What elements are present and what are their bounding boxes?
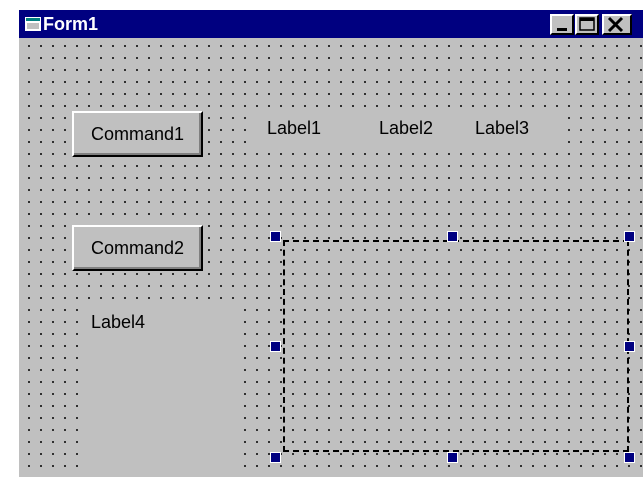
window-title: Form1	[43, 14, 99, 34]
label3-caption: Label3	[475, 118, 530, 138]
label4-caption: Label4	[91, 312, 146, 332]
resize-handle-bottom-right[interactable]	[624, 452, 635, 463]
form-window: Form1 Command1 Command2 Label1 Label2 La…	[17, 10, 643, 477]
label2-caption: Label2	[379, 118, 434, 138]
command1-button[interactable]: Command1	[72, 111, 203, 157]
resize-handle-top-right[interactable]	[624, 231, 635, 242]
resize-handle-bottom-left[interactable]	[270, 452, 281, 463]
resize-handle-bottom[interactable]	[447, 452, 458, 463]
resize-handle-right[interactable]	[624, 341, 635, 352]
resize-handle-top-left[interactable]	[270, 231, 281, 242]
label4-control[interactable]	[81, 307, 241, 477]
resize-handle-left[interactable]	[270, 341, 281, 352]
form-icon	[25, 17, 41, 31]
label1-caption: Label1	[267, 118, 322, 138]
command2-button[interactable]: Command2	[72, 225, 203, 271]
maximize-button[interactable]	[575, 14, 599, 35]
selected-control-outline[interactable]	[283, 240, 629, 452]
resize-handle-top[interactable]	[447, 231, 458, 242]
title-bar[interactable]: Form1	[19, 10, 643, 38]
minimize-button[interactable]	[550, 14, 574, 35]
close-button[interactable]	[602, 14, 632, 35]
minimize-icon	[557, 28, 567, 31]
form-design-surface[interactable]: Command1 Command2 Label1 Label2 Label3 L…	[19, 38, 643, 477]
maximize-icon	[579, 17, 595, 31]
close-icon	[607, 16, 624, 33]
